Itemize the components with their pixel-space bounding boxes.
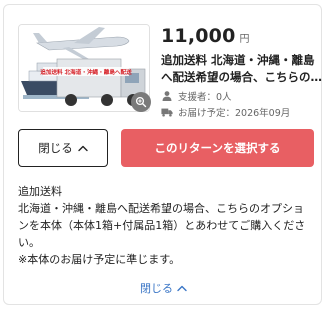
close-button-label: 閉じる [38,141,73,155]
reward-thumbnail[interactable]: 追加送料 北海道・沖縄・離島へ配送 [18,24,150,112]
truck-icon [161,108,173,117]
close-button[interactable]: 閉じる [18,129,108,167]
description-line: 北海道・沖縄・離島へ配送希望の場合、こちらのオプショ [18,202,304,215]
reward-title-line: 追加送料 北海道・沖縄・離島 [161,53,315,67]
description-line: ※本体のお届け予定に準じます。 [18,253,181,266]
reward-card: 追加送料 北海道・沖縄・離島へ配送 11,000 円 追加送料 北海道・沖縄・離… [3,4,322,305]
reward-title-line: へ配送希望の場合、こちらの… [161,70,322,84]
price-amount: 11,000 [161,25,236,47]
price: 11,000 円 [161,25,250,47]
reward-description: 追加送料 北海道・沖縄・離島へ配送希望の場合、こちらのオプショ ンを本体（本体1… [18,183,320,268]
collapse-label: 閉じる [140,282,173,295]
supporters-count: 支援者：0人 [161,89,232,103]
chevron-up-icon [78,145,88,152]
description-line: ンを本体（本体1箱+付属品1箱）とあわせてご購入くださ [18,219,306,232]
zoom-button[interactable] [131,92,151,112]
delivery-text: お届け予定：2026年09月 [178,108,291,119]
reward-title: 追加送料 北海道・沖縄・離島 へ配送希望の場合、こちらの… [161,52,323,86]
price-currency: 円 [239,34,250,45]
delivery-date: お届け予定：2026年09月 [161,105,290,119]
description-line: い。 [18,236,40,249]
collapse-link[interactable]: 閉じる [4,280,323,296]
select-reward-button[interactable]: このリターンを選択する [121,129,314,167]
thumbnail-caption: 追加送料 北海道・沖縄・離島へ配送 [40,68,132,76]
chevron-up-icon [177,285,187,292]
description-line: 追加送料 [18,185,62,198]
person-icon [162,91,172,101]
zoom-in-icon [135,96,147,108]
supporters-text: 支援者：0人 [178,92,232,103]
